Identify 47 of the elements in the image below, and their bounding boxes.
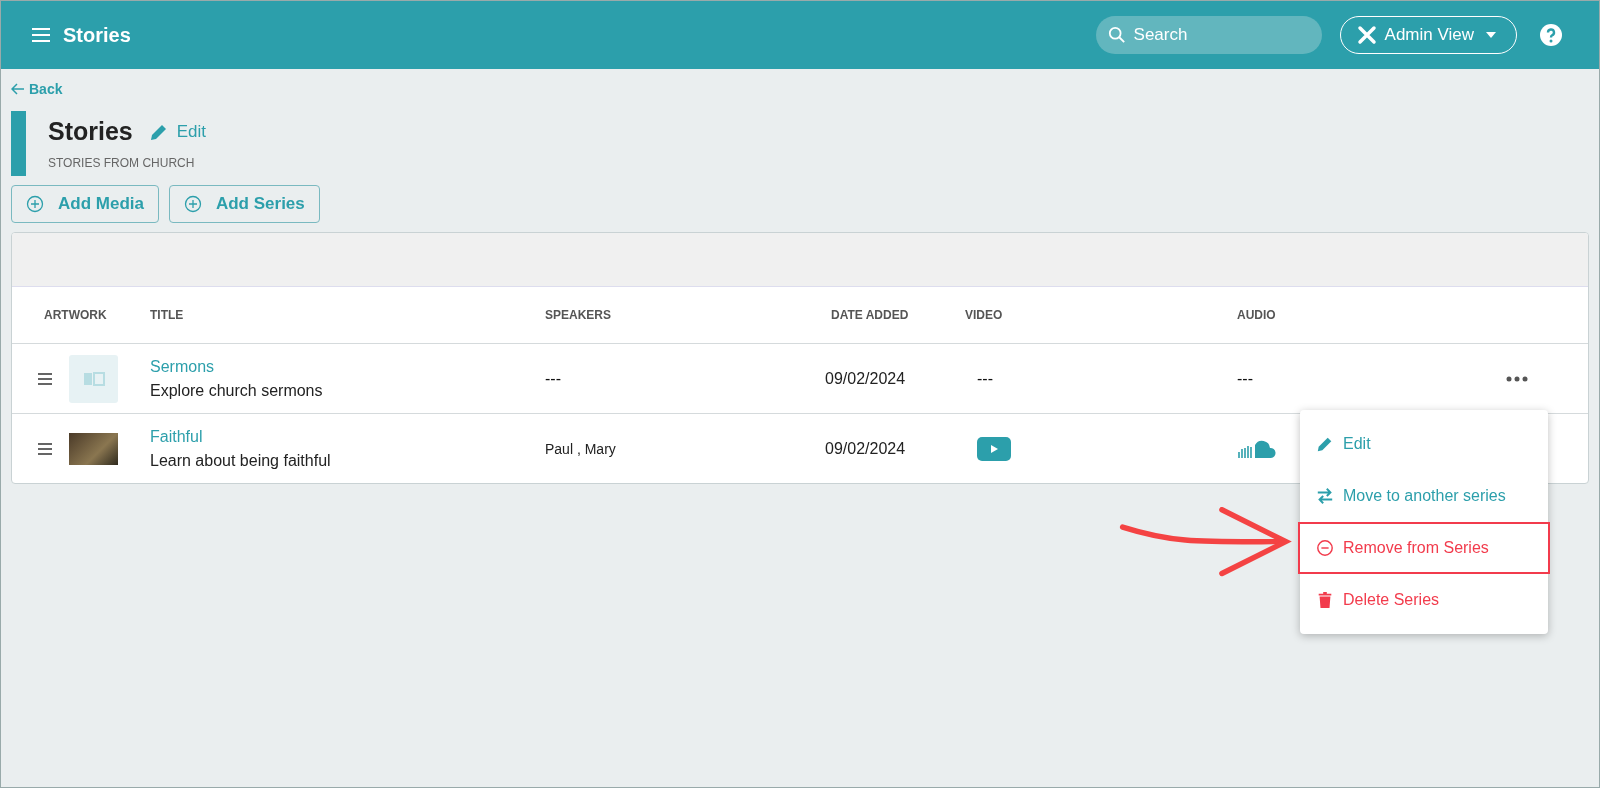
speakers-cell-text: Paul , Mary xyxy=(545,440,617,457)
plus-circle-icon xyxy=(26,195,44,213)
help-icon[interactable] xyxy=(1539,23,1563,47)
column-header: VIDEO xyxy=(965,308,1004,322)
menu-item[interactable]: Move to another series xyxy=(1298,470,1548,522)
drag-handle-icon[interactable] xyxy=(37,372,53,385)
edit-link[interactable]: Edit xyxy=(148,121,207,142)
page-subtitle: STORIES FROM CHURCH xyxy=(48,156,196,170)
menu-item[interactable]: Edit xyxy=(1298,418,1548,470)
column-header: ARTWORK xyxy=(43,308,108,322)
item-description: Explore church sermons xyxy=(150,381,324,400)
add-button[interactable]: Add Series xyxy=(168,185,320,223)
speakers-cell-text: --- xyxy=(545,369,562,388)
trash-icon xyxy=(1316,591,1334,609)
plus-circle-icon xyxy=(183,195,202,213)
minus-circle-icon xyxy=(1316,539,1334,557)
arrow-left-icon xyxy=(11,83,25,95)
audio-cell: --- xyxy=(1237,369,1253,388)
play-button-icon[interactable] xyxy=(977,436,1011,461)
item-description: Learn about being faithful xyxy=(150,451,332,470)
accent-bar xyxy=(11,111,26,176)
search-field[interactable]: Search xyxy=(1095,16,1322,54)
search-icon xyxy=(1107,26,1126,44)
photo-placeholder xyxy=(69,432,118,465)
column-header: TITLE xyxy=(150,308,185,322)
video-cell: --- xyxy=(977,369,993,388)
date-cell-text: 09/02/2024 xyxy=(824,369,907,388)
item-title-link[interactable]: Sermons xyxy=(150,357,545,376)
app-title: Stories xyxy=(63,23,131,47)
menu-item[interactable]: Delete Series xyxy=(1298,574,1548,626)
more-options-icon[interactable] xyxy=(1506,375,1528,382)
column-header: AUDIO xyxy=(1237,308,1277,322)
back-link[interactable]: Back xyxy=(11,81,63,97)
column-header: SPEAKERS xyxy=(545,308,613,322)
swap-arrows-icon xyxy=(1316,487,1334,505)
page-title: Stories xyxy=(48,117,133,146)
menu-item[interactable]: Remove from Series xyxy=(1298,522,1550,574)
pencil-icon xyxy=(1316,435,1334,453)
item-title-link[interactable]: Faithful xyxy=(150,427,545,446)
caret-icon xyxy=(1486,32,1496,38)
date-cell-text: 09/02/2024 xyxy=(824,439,907,458)
drag-handle-icon[interactable] xyxy=(37,442,53,455)
menu-icon[interactable] xyxy=(31,27,51,43)
add-button[interactable]: Add Media xyxy=(11,185,159,223)
artwork-placeholder xyxy=(69,354,118,403)
column-header: DATE ADDED xyxy=(830,308,910,322)
cloud-icon[interactable] xyxy=(1237,438,1277,459)
